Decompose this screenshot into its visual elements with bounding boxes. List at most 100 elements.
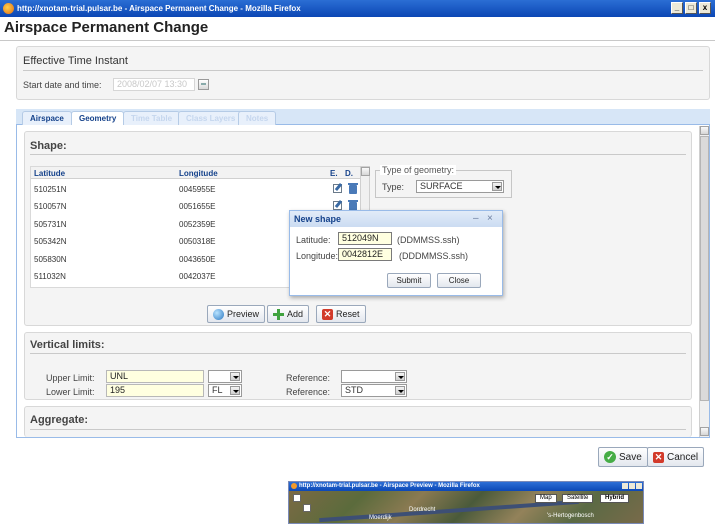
dialog-latitude-hint: (DDMMSS.ssh) [397, 235, 460, 245]
map-type-hybrid-button[interactable]: Hybrid [600, 494, 630, 503]
column-header-edit: E. [330, 169, 338, 178]
map-view[interactable]: Moerdijk Dordrecht 's-Hertogenbosch Map … [289, 491, 643, 523]
lower-reference-value: STD [345, 385, 363, 395]
column-header-longitude[interactable]: Longitude [179, 169, 218, 178]
upper-limit-label: Upper Limit: [46, 373, 95, 383]
lower-unit-value: FL [212, 385, 223, 395]
latitude-cell: 511032N [34, 272, 66, 281]
zoom-control-icon[interactable] [303, 504, 311, 512]
map-type-map-button[interactable]: Map [535, 494, 557, 503]
geometry-type-legend: Type of geometry: [380, 165, 457, 175]
edit-icon[interactable] [333, 201, 342, 210]
plus-icon [273, 308, 284, 320]
tab-geometry[interactable]: Geometry [71, 111, 125, 125]
main-scrollbar[interactable] [699, 126, 709, 437]
window-title: http://xnotam-trial.pulsar.be - Airspace… [17, 4, 301, 13]
upper-reference-label: Reference: [286, 373, 331, 383]
chevron-down-icon [230, 386, 240, 395]
title-divider [0, 40, 715, 41]
preview-button[interactable]: Preview [207, 305, 266, 323]
globe-icon [213, 308, 224, 320]
check-icon: ✓ [604, 451, 616, 463]
latitude-cell: 510251N [34, 185, 67, 194]
dialog-close-button[interactable]: Close [437, 273, 481, 288]
minimize-button[interactable]: _ [671, 2, 683, 14]
close-icon[interactable]: × [487, 213, 493, 224]
grid-scroll-up-button[interactable] [361, 167, 370, 176]
cancel-label: Cancel [667, 451, 699, 463]
effective-time-panel: Effective Time Instant Start date and ti… [16, 46, 710, 100]
save-label: Save [619, 451, 642, 463]
maximize-button[interactable] [629, 483, 635, 489]
vertical-limits-title: Vertical limits: [30, 339, 105, 351]
delete-icon[interactable] [348, 183, 358, 194]
close-button[interactable]: x [699, 2, 711, 14]
latitude-cell: 505342N [34, 237, 67, 246]
divider [30, 154, 686, 155]
tab-strip: Airspace Geometry Time Table Class Layer… [16, 109, 710, 125]
column-header-latitude[interactable]: Latitude [34, 169, 65, 178]
chevron-down-icon [492, 182, 502, 191]
window-titlebar: http://xnotam-trial.pulsar.be - Airspace… [0, 0, 715, 17]
preview-titlebar: http://xnotam-trial.pulsar.be - Airspace… [289, 482, 643, 491]
submit-button[interactable]: Submit [387, 273, 431, 288]
scroll-down-button[interactable] [700, 427, 709, 436]
calendar-icon[interactable] [198, 79, 209, 90]
lower-limit-label: Lower Limit: [46, 387, 95, 397]
airspace-preview-window[interactable]: http://xnotam-trial.pulsar.be - Airspace… [288, 481, 644, 524]
lower-limit-input[interactable]: 195 [106, 384, 204, 397]
firefox-icon [291, 483, 297, 489]
upper-limit-unit-select[interactable] [208, 370, 242, 383]
page-title: Airspace Permanent Change [4, 19, 209, 36]
lower-reference-select[interactable]: STD [341, 384, 407, 397]
lower-limit-unit-select[interactable]: FL [208, 384, 242, 397]
dialog-longitude-label: Longitude: [296, 251, 339, 261]
minimize-icon[interactable]: – [473, 213, 479, 224]
minimize-button[interactable] [622, 483, 628, 489]
dialog-title: New shape [294, 214, 342, 224]
add-label: Add [287, 309, 304, 319]
maximize-button[interactable]: □ [685, 2, 697, 14]
scroll-up-button[interactable] [700, 126, 709, 135]
reset-icon: ✕ [322, 308, 333, 320]
tab-class-layers[interactable]: Class Layers [178, 111, 244, 125]
vertical-limits-panel: Vertical limits: Upper Limit: UNL Refere… [24, 332, 692, 400]
river [319, 499, 579, 523]
save-button[interactable]: ✓ Save [598, 447, 648, 467]
close-button[interactable] [636, 483, 642, 489]
upper-reference-select[interactable] [341, 370, 407, 383]
longitude-cell: 0043650E [179, 255, 216, 264]
tab-time-table[interactable]: Time Table [123, 111, 181, 125]
geometry-type-select[interactable]: SURFACE [416, 180, 504, 193]
map-place-label: Moerdijk [369, 515, 392, 521]
upper-limit-input[interactable]: UNL [106, 370, 204, 383]
divider [30, 353, 686, 354]
column-header-delete: D. [345, 169, 353, 178]
divider [23, 70, 703, 71]
latitude-cell: 505830N [34, 255, 67, 264]
cancel-icon: ✕ [653, 451, 664, 463]
geometry-type-value: SURFACE [420, 181, 463, 191]
dialog-latitude-label: Latitude: [296, 235, 331, 245]
dialog-longitude-hint: (DDDMMSS.ssh) [399, 251, 468, 261]
tab-notes[interactable]: Notes [238, 111, 277, 125]
pan-control-icon[interactable] [293, 494, 301, 502]
dialog-longitude-input[interactable]: 0042812E [338, 248, 392, 261]
cancel-button[interactable]: ✕ Cancel [647, 447, 705, 467]
reset-label: Reset [336, 309, 360, 319]
aggregate-panel: Aggregate: [24, 406, 692, 437]
type-label: Type: [382, 182, 405, 192]
start-date-field[interactable]: 2008/02/07 13:30 [113, 78, 195, 91]
reset-button[interactable]: ✕ Reset [316, 305, 366, 323]
add-button[interactable]: Add [267, 305, 310, 323]
chevron-down-icon [395, 372, 405, 381]
edit-icon[interactable] [333, 184, 342, 193]
longitude-cell: 0050318E [179, 237, 216, 246]
start-date-label: Start date and time: [23, 80, 102, 90]
dialog-header: New shape – × [290, 211, 502, 227]
divider [30, 429, 686, 430]
scroll-thumb[interactable] [700, 136, 709, 401]
dialog-latitude-input[interactable]: 512049N [338, 232, 392, 245]
map-type-satellite-button[interactable]: Satellite [562, 494, 594, 503]
tab-airspace[interactable]: Airspace [22, 111, 72, 125]
